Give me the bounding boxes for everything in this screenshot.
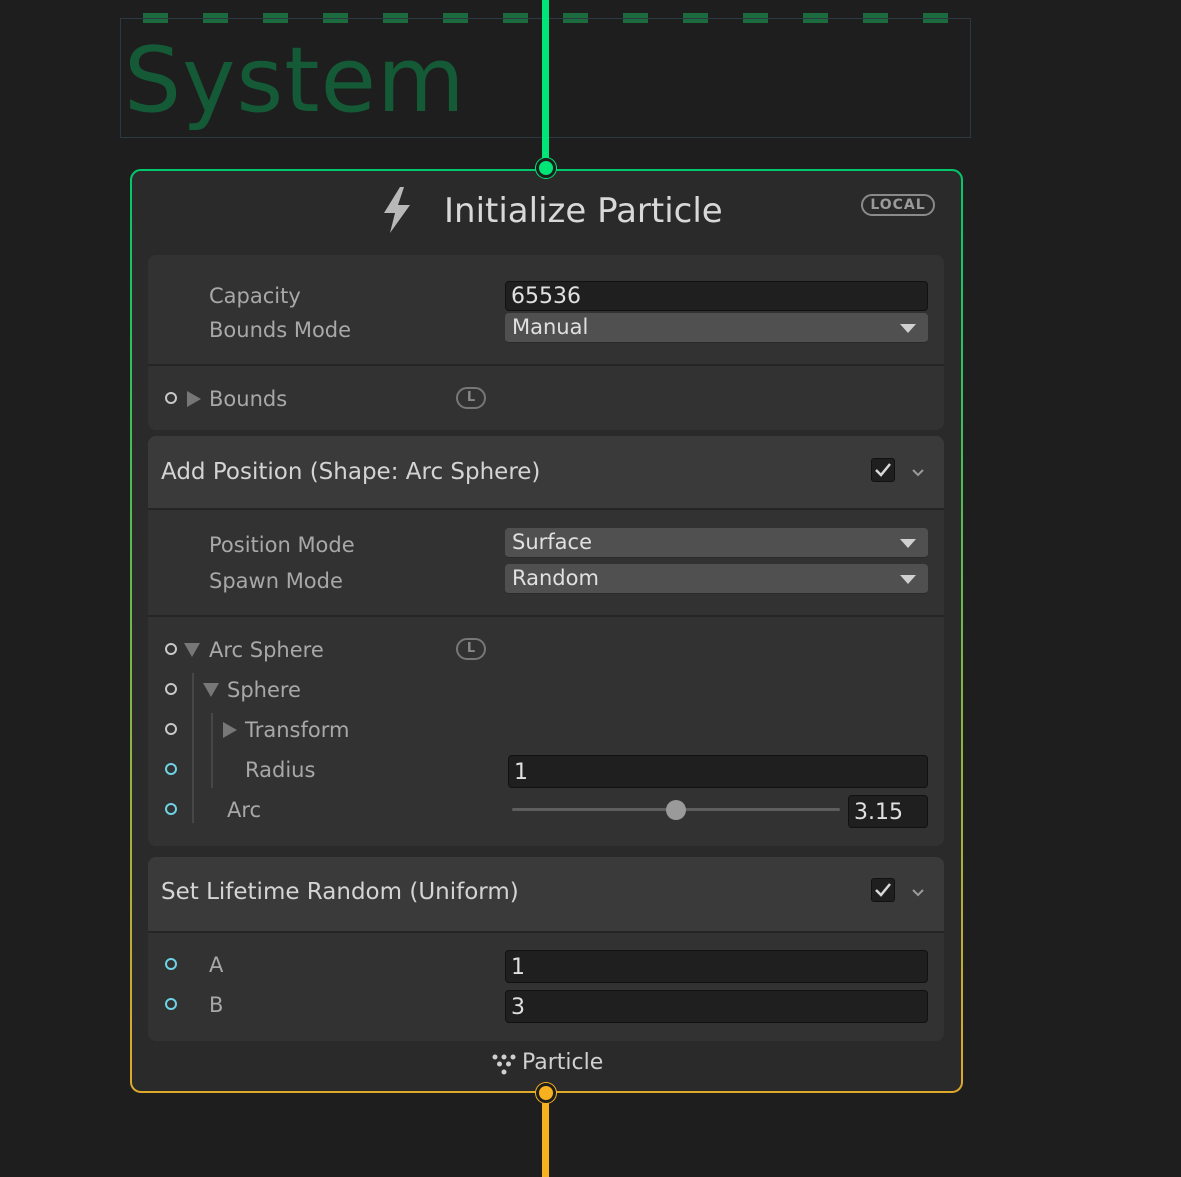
input-flow-port[interactable] xyxy=(536,158,556,178)
radius-label: Radius xyxy=(245,758,316,782)
add-position-title: Add Position (Shape: Arc Sphere) xyxy=(161,459,541,485)
b-label: B xyxy=(209,993,224,1017)
arc-slot[interactable] xyxy=(165,803,177,815)
lightning-icon xyxy=(384,187,410,233)
chevron-down-icon xyxy=(900,324,916,333)
bounds-label: Bounds xyxy=(209,387,288,411)
collapse-chevron-icon[interactable] xyxy=(910,887,926,899)
check-icon xyxy=(875,463,891,477)
sphere-label: Sphere xyxy=(227,678,301,702)
bounds-space-badge[interactable]: L xyxy=(456,387,486,409)
expand-arrow-icon[interactable] xyxy=(203,683,219,697)
radius-slot[interactable] xyxy=(165,763,177,775)
position-mode-value: Surface xyxy=(512,530,593,554)
position-mode-dropdown[interactable]: Surface xyxy=(505,528,928,558)
spawn-mode-label: Spawn Mode xyxy=(209,569,343,593)
capacity-label: Capacity xyxy=(209,284,301,308)
expand-arrow-icon[interactable] xyxy=(223,722,237,738)
position-mode-label: Position Mode xyxy=(209,533,355,557)
arc-field[interactable]: 3.15 xyxy=(848,795,928,828)
sphere-slot[interactable] xyxy=(165,683,177,695)
space-badge[interactable]: LOCAL xyxy=(861,194,935,216)
arc-sphere-slot[interactable] xyxy=(165,643,177,655)
arc-slider-thumb[interactable] xyxy=(666,800,686,820)
spawn-mode-dropdown[interactable]: Random xyxy=(505,564,928,594)
radius-field[interactable]: 1 xyxy=(508,755,928,788)
divider xyxy=(148,364,944,366)
expand-arrow-icon[interactable] xyxy=(187,391,201,407)
bounds-mode-label: Bounds Mode xyxy=(209,318,352,342)
system-title[interactable]: System xyxy=(124,26,466,136)
set-lifetime-enabled-checkbox[interactable] xyxy=(871,878,895,902)
tree-indent-line xyxy=(211,713,213,788)
bounds-mode-dropdown[interactable]: Manual xyxy=(505,313,928,343)
a-label: A xyxy=(209,953,224,977)
arc-sphere-space-badge[interactable]: L xyxy=(456,638,486,660)
tree-indent-line xyxy=(192,673,194,823)
b-slot[interactable] xyxy=(165,998,177,1010)
check-icon xyxy=(875,883,891,897)
capacity-field[interactable]: 65536 xyxy=(505,281,928,311)
expand-arrow-icon[interactable] xyxy=(184,643,200,657)
divider xyxy=(148,615,944,617)
bounds-mode-value: Manual xyxy=(512,315,589,339)
arc-label: Arc xyxy=(227,798,262,822)
set-lifetime-title: Set Lifetime Random (Uniform) xyxy=(161,879,519,905)
particle-icon xyxy=(492,1054,516,1075)
transform-slot[interactable] xyxy=(165,723,177,735)
arc-sphere-label: Arc Sphere xyxy=(209,638,324,662)
collapse-chevron-icon[interactable] xyxy=(910,467,926,479)
a-field[interactable]: 1 xyxy=(505,950,928,983)
b-field[interactable]: 3 xyxy=(505,990,928,1023)
output-type-label: Particle xyxy=(522,1050,604,1075)
add-position-enabled-checkbox[interactable] xyxy=(871,458,895,482)
chevron-down-icon xyxy=(900,575,916,584)
divider xyxy=(148,508,944,510)
input-flow-wire xyxy=(542,0,549,168)
node-title: Initialize Particle xyxy=(444,191,723,231)
a-slot[interactable] xyxy=(165,958,177,970)
output-flow-port[interactable] xyxy=(536,1083,556,1103)
transform-label: Transform xyxy=(245,718,350,742)
bounds-slot[interactable] xyxy=(165,392,177,404)
spawn-mode-value: Random xyxy=(512,566,599,590)
output-flow-wire xyxy=(542,1094,549,1177)
chevron-down-icon xyxy=(900,539,916,548)
divider xyxy=(148,931,944,933)
